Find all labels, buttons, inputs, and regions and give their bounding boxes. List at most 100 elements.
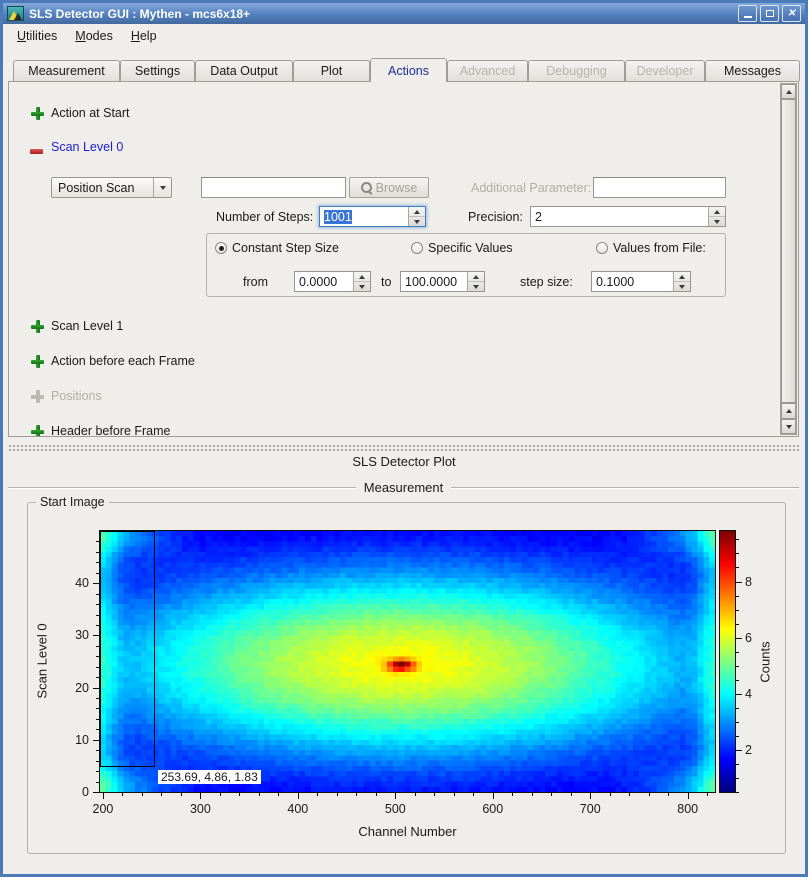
vertical-scrollbar[interactable] (780, 83, 797, 435)
minimize-button[interactable] (738, 5, 757, 22)
x-minor-tick (629, 793, 630, 796)
menu-utilities[interactable]: Utilities (8, 25, 66, 47)
arrow-down-icon (359, 285, 365, 289)
colorbar-major-tick (736, 638, 742, 639)
expand-plus-icon[interactable] (31, 320, 44, 333)
colorbar-major-tick (736, 694, 742, 695)
collapse-minus-icon[interactable] (30, 149, 43, 154)
arrow-up-icon (714, 210, 720, 214)
spin-down-button[interactable] (409, 216, 425, 226)
spin-up-button[interactable] (354, 272, 370, 281)
spin-up-button[interactable] (409, 207, 425, 216)
specific-values-label[interactable]: Specific Values (428, 241, 513, 255)
scroll-down-button[interactable] (781, 419, 796, 434)
constant-step-radio[interactable] (215, 242, 227, 254)
colorbar-major-tick (736, 750, 742, 751)
colorbar-minor-tick (736, 624, 739, 625)
scan-mode-combo[interactable]: Position Scan (51, 177, 172, 198)
combo-dropdown[interactable] (153, 178, 171, 197)
expand-plus-icon[interactable] (31, 107, 44, 120)
x-minor-tick (317, 793, 318, 796)
to-spinbox[interactable]: 100.0000 (400, 271, 485, 292)
tab-settings[interactable]: Settings (120, 60, 195, 81)
spin-down-button[interactable] (354, 281, 370, 291)
from-spinbox[interactable]: 0.0000 (294, 271, 371, 292)
tab-measurement[interactable]: Measurement (13, 60, 120, 81)
tab-plot[interactable]: Plot (293, 60, 370, 81)
action-at-start-label[interactable]: Action at Start (51, 106, 130, 120)
menu-modes[interactable]: Modes (66, 25, 122, 47)
step-size-spinbox[interactable]: 0.1000 (591, 271, 691, 292)
header-before-frame-label[interactable]: Header before Frame (51, 424, 171, 437)
colorbar-minor-tick (736, 539, 739, 540)
window-controls: ✕ (738, 5, 801, 22)
colorbar-tick-label: 6 (745, 631, 752, 645)
colorbar (719, 530, 736, 793)
values-from-file-label[interactable]: Values from File: (613, 241, 706, 255)
spin-up-button[interactable] (709, 207, 725, 216)
splitter-handle[interactable] (8, 444, 799, 452)
x-minor-tick (434, 793, 435, 796)
colorbar-minor-tick (736, 778, 739, 779)
steps-value: 1001 (324, 210, 352, 224)
x-major-tick (200, 793, 201, 799)
scrollbar-thumb[interactable] (781, 99, 796, 403)
steps-spinbox[interactable]: 1001 (319, 206, 426, 227)
x-axis-ticks (100, 793, 715, 799)
x-minor-tick (551, 793, 552, 796)
spin-down-button[interactable] (709, 216, 725, 226)
expand-plus-icon[interactable] (31, 355, 44, 368)
x-major-tick (590, 793, 591, 799)
additional-parameter-input[interactable] (593, 177, 726, 198)
x-minor-tick (181, 793, 182, 796)
x-minor-tick (259, 793, 260, 796)
spin-up-button[interactable] (468, 272, 484, 281)
x-major-tick (688, 793, 689, 799)
maximize-icon (766, 10, 774, 17)
arrow-down-icon (414, 220, 420, 224)
colorbar-major-tick (736, 582, 742, 583)
maximize-button[interactable] (760, 5, 779, 22)
spin-down-button[interactable] (468, 281, 484, 291)
x-minor-tick (571, 793, 572, 796)
spin-up-button[interactable] (674, 272, 690, 281)
additional-parameter-label: Additional Parameter: (471, 181, 591, 195)
precision-label: Precision: (468, 210, 523, 224)
scan-level-1-label[interactable]: Scan Level 1 (51, 319, 123, 333)
to-label: to (381, 275, 391, 289)
tab-messages[interactable]: Messages (705, 60, 800, 81)
scan-script-input[interactable] (201, 177, 346, 198)
scan-level-0-label[interactable]: Scan Level 0 (51, 140, 123, 154)
spin-down-button[interactable] (674, 281, 690, 291)
constant-step-label[interactable]: Constant Step Size (232, 241, 339, 255)
values-from-file-radio[interactable] (596, 242, 608, 254)
scroll-up-button[interactable] (781, 84, 796, 99)
action-before-frame-label[interactable]: Action before each Frame (51, 354, 195, 368)
x-minor-tick (278, 793, 279, 796)
heatmap-canvas[interactable] (100, 531, 715, 792)
x-tick-label: 300 (180, 802, 220, 816)
precision-spinbox[interactable]: 2 (530, 206, 726, 227)
tab-actions[interactable]: Actions (370, 58, 447, 82)
x-minor-tick (376, 793, 377, 796)
colorbar-minor-tick (736, 652, 739, 653)
specific-values-radio[interactable] (411, 242, 423, 254)
tab-data-output[interactable]: Data Output (195, 60, 293, 81)
colorbar-minor-tick (736, 722, 739, 723)
colorbar-minor-tick (736, 708, 739, 709)
close-button[interactable]: ✕ (782, 5, 801, 22)
from-value: 0.0000 (299, 275, 337, 289)
titlebar[interactable]: SLS Detector GUI : Mythen - mcs6x18+ ✕ (3, 3, 805, 24)
colorbar-minor-tick (736, 610, 739, 611)
colorbar-tick-label: 8 (745, 575, 752, 589)
x-axis-labels: 200300400500600700800 (100, 802, 715, 817)
colorbar-ticks (736, 531, 742, 792)
plot-canvas[interactable]: 253.69, 4.86, 1.83 (99, 530, 716, 793)
menu-help[interactable]: Help (122, 25, 166, 47)
y-tick-label: 20 (55, 681, 89, 695)
spin-buttons (673, 272, 690, 291)
x-minor-tick (649, 793, 650, 796)
tab-advanced: Advanced (447, 60, 528, 81)
expand-plus-icon[interactable] (31, 425, 44, 437)
scroll-up-button-2[interactable] (781, 403, 796, 419)
